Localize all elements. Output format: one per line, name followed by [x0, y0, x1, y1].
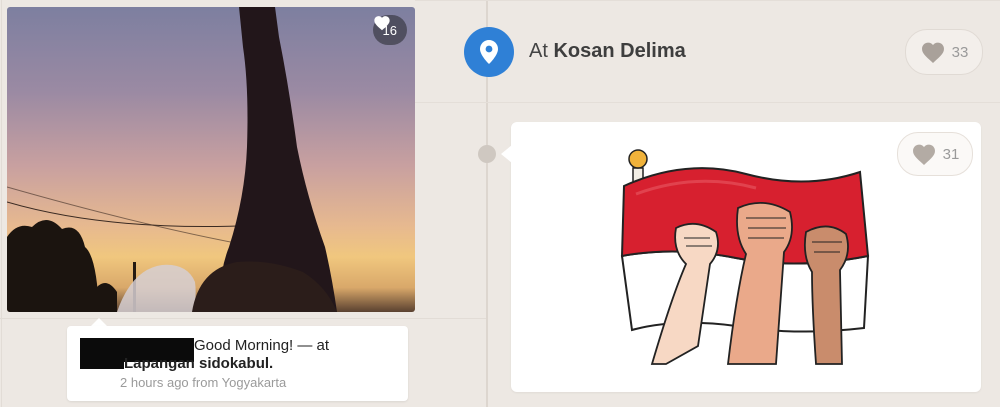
location-like-button[interactable]: 33 — [905, 29, 983, 75]
photo-like-button[interactable]: 16 — [372, 15, 407, 45]
flag-fists-illustration — [620, 149, 870, 365]
timeline-dot — [478, 145, 496, 163]
sunset-silhouette — [7, 7, 337, 312]
image-like-count: 31 — [942, 145, 960, 163]
location-like-count: 33 — [951, 43, 969, 61]
post-meta: 2 hours ago from Yogyakarta — [120, 375, 287, 390]
image-like-button[interactable]: 31 — [897, 132, 973, 176]
heart-icon — [921, 42, 944, 63]
divider — [415, 0, 1000, 1]
card-pointer — [501, 145, 512, 163]
heart-icon — [373, 16, 390, 31]
left-edge-line — [1, 0, 2, 407]
location-name-link[interactable]: Kosan Delima — [553, 40, 685, 62]
location-prefix: At — [529, 40, 548, 62]
divider — [415, 102, 1000, 103]
location-title: At Kosan Delima — [529, 40, 686, 63]
location-pin-icon — [480, 40, 498, 64]
redacted-username — [80, 360, 124, 369]
divider — [0, 318, 486, 319]
heart-icon — [912, 144, 935, 165]
caption-place-link[interactable]: Lapangan sidokabul. — [124, 355, 273, 372]
location-pin-icon — [464, 27, 514, 77]
post-photo[interactable]: 16 — [7, 7, 415, 312]
caption-text: Good Morning! — at — [194, 337, 330, 354]
